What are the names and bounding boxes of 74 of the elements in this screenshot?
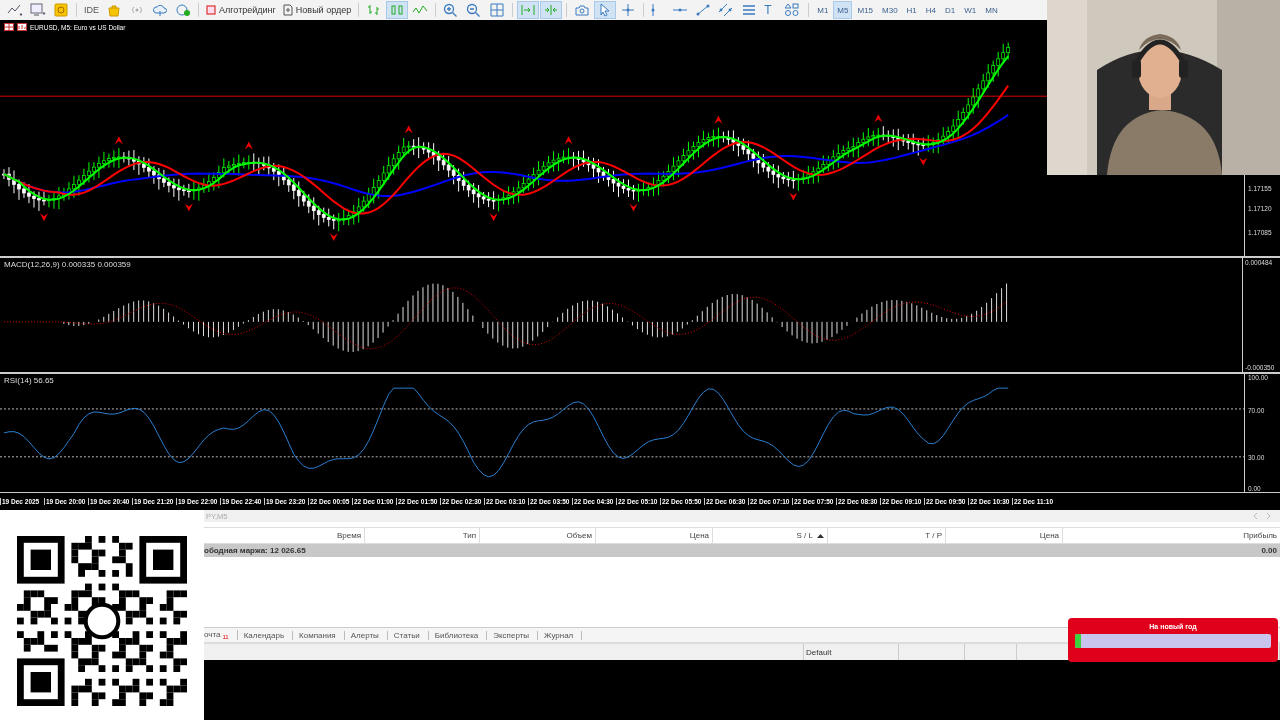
scroll-arrows-icon[interactable] (1252, 512, 1272, 520)
profit-total: 0.00 (1261, 546, 1277, 555)
fractal-arrow-icon (874, 114, 883, 123)
fibonacci-icon (741, 3, 758, 17)
shift-button[interactable] (540, 1, 563, 19)
panel-tab[interactable]: Библиотека (428, 630, 488, 640)
panel-tab[interactable]: Эксперты (487, 630, 539, 640)
cloud-icon (152, 3, 168, 17)
new-order-button[interactable]: Новый ордер (279, 1, 355, 19)
grid-icon (489, 3, 506, 17)
globe-icon (175, 3, 191, 17)
timeframe-button[interactable]: D1 (941, 1, 960, 19)
text-tool-button[interactable]: T (761, 1, 782, 19)
fractal-arrow-icon (39, 213, 48, 222)
fractal-arrow-icon (919, 157, 928, 166)
panel-tab[interactable]: Календарь (237, 630, 294, 640)
line-chart-icon (7, 3, 23, 17)
ide-button[interactable]: IDE (81, 1, 102, 19)
cursor-button[interactable] (594, 1, 617, 19)
panel-tab[interactable]: Журнал (538, 630, 583, 640)
coin-icon (53, 3, 69, 17)
bag-icon (106, 3, 122, 17)
panel-tab[interactable]: очта $_{11}$ (204, 629, 238, 641)
column-header[interactable]: Прибыль (1063, 528, 1280, 543)
column-header[interactable]: Цена (596, 528, 713, 543)
document-icon (282, 4, 293, 16)
algo-trading-button[interactable]: Алготрейдинг (203, 1, 279, 19)
fractal-arrow-icon (244, 141, 253, 150)
fractal-arrow-icon (114, 136, 123, 145)
column-header[interactable]: Время (204, 528, 365, 543)
arrows-icon (543, 3, 560, 17)
fractal-arrow-icon (789, 192, 798, 201)
panel-tab[interactable]: Компания (293, 630, 345, 640)
timeframe-button[interactable]: M1 (813, 1, 833, 19)
arrows-icon (520, 3, 537, 17)
indicator-title: MACD(12,26,9) 0.000335 0.000359 (4, 259, 131, 269)
vertical-line-icon (651, 3, 656, 17)
column-header[interactable]: Тип (365, 528, 480, 543)
shapes-icon (785, 3, 802, 17)
indicator-title: RSI(14) 56.65 (4, 376, 54, 386)
timeframe-button[interactable]: H4 (921, 1, 941, 19)
timeframe-button[interactable]: M30 (878, 1, 902, 19)
channel-icon (718, 3, 735, 17)
column-header[interactable]: S / L (713, 528, 828, 543)
timeframe-button[interactable]: MN (981, 1, 1002, 19)
fractal-arrow-icon (329, 233, 338, 242)
fractal-arrow-icon (714, 115, 723, 124)
trend-line-icon (695, 3, 712, 17)
panel-tab[interactable]: Алерты (344, 630, 388, 640)
timeframe-button[interactable]: H1 (902, 1, 921, 19)
candlestick-icon (389, 3, 406, 17)
fractal-arrow-icon (404, 125, 413, 134)
timeframe-button[interactable]: M5 (833, 1, 853, 19)
column-header[interactable]: T / P (828, 528, 946, 543)
camera-icon (574, 3, 591, 17)
fractal-arrow-icon (489, 213, 498, 222)
chart-icon (17, 23, 27, 31)
fractal-arrow-icon (564, 136, 573, 145)
column-header[interactable]: Цена (946, 528, 1063, 543)
fractal-arrow-icon (629, 203, 638, 212)
sort-icon (817, 533, 824, 538)
template-button[interactable] (27, 1, 49, 19)
stop-icon (206, 5, 216, 15)
monitor-icon (30, 3, 46, 17)
free-margin-text: ободная маржа: 12 026.65 (204, 546, 306, 555)
panel-tab[interactable]: Статьи (387, 630, 429, 640)
candles-button[interactable] (386, 1, 409, 19)
column-header[interactable]: Объем (480, 528, 596, 543)
grid-icon (4, 23, 14, 31)
timeframe-button[interactable]: W1 (960, 1, 981, 19)
crosshair-icon (620, 3, 637, 17)
timeframe-button[interactable]: M15 (853, 1, 878, 19)
autoscroll-button[interactable] (517, 1, 540, 19)
fractal-arrow-icon (184, 203, 193, 212)
